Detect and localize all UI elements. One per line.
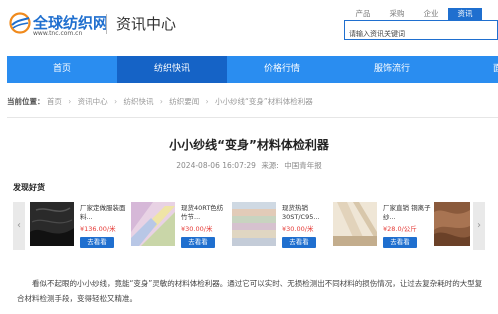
nav-item-fabrics[interactable]: 面料: [447, 56, 498, 83]
search-input[interactable]: [345, 25, 497, 43]
goods-card[interactable]: 现货热销30ST/C95... ¥30.00/米 去看看: [232, 202, 332, 252]
goods-heading: 发现好货: [13, 183, 45, 192]
product-image[interactable]: [434, 202, 470, 246]
breadcrumb-separator: ›: [114, 97, 118, 106]
breadcrumb-link-news-center[interactable]: 资讯中心: [78, 97, 108, 106]
goods-price-value: ¥30.00: [181, 225, 204, 233]
search-tab-companies[interactable]: 企业: [414, 8, 448, 20]
breadcrumb-link-headlines[interactable]: 纺织要闻: [169, 97, 199, 106]
search-tab-purchase[interactable]: 采购: [380, 8, 414, 20]
goods-price-value: ¥28.0: [383, 225, 402, 233]
article-meta: 2024-08-06 16:07:29 来源: 中国青年报: [0, 160, 498, 171]
goods-name[interactable]: 厂家直销 铜离子纱...: [383, 204, 431, 222]
goods-card[interactable]: 现货40RT色纺竹节... ¥30.00/米 去看看: [131, 202, 231, 252]
breadcrumb: 当前位置： 首页 › 资讯中心 › 纺织快讯 › 纺织要闻 › 小小纱线“变身”…: [7, 96, 313, 107]
section-title: 资讯中心: [116, 15, 177, 33]
goods-price-unit: /米: [106, 225, 116, 233]
view-goods-button[interactable]: 去看看: [181, 237, 215, 248]
product-image[interactable]: [333, 202, 377, 246]
view-goods-button[interactable]: 去看看: [383, 237, 417, 248]
main-nav: 首页 纺织快讯 价格行情 服饰流行 面料: [7, 56, 498, 83]
nav-item-prices[interactable]: 价格行情: [227, 56, 337, 83]
site-header: 全球纺织网 www.tnc.com.cn 资讯中心 产品 采购 企业 资讯: [0, 0, 498, 56]
goods-name[interactable]: 现货热销30ST/C95...: [282, 204, 330, 222]
chevron-right-icon[interactable]: ›: [473, 202, 485, 250]
goods-name[interactable]: 厂家定做服装面料...: [80, 204, 128, 222]
article-body: 看似不起眼的小小纱线，竟能“变身”灵敏的材料体检利器。通过它可以实时、无损检测出…: [17, 279, 483, 303]
search-tab-products[interactable]: 产品: [346, 8, 380, 20]
goods-price: ¥136.00/米: [80, 223, 116, 233]
globe-logo-icon[interactable]: [9, 12, 31, 34]
nav-item-textile-news[interactable]: 纺织快讯: [117, 56, 227, 83]
chevron-left-icon[interactable]: ‹: [13, 202, 25, 250]
goods-name[interactable]: 现货40RT色纺竹节...: [181, 204, 229, 222]
search-category-tabs: 产品 采购 企业 资讯: [346, 8, 482, 20]
breadcrumb-separator: ›: [68, 97, 72, 106]
breadcrumb-separator: ›: [205, 97, 209, 106]
goods-card[interactable]: 厂家定做服装面料... ¥136.00/米 去看看: [30, 202, 130, 252]
goods-price-unit: /米: [304, 225, 314, 233]
goods-carousel: 厂家定做服装面料... ¥136.00/米 去看看 现货40RT色纺竹节... …: [30, 202, 470, 252]
breadcrumb-link-textile-news[interactable]: 纺织快讯: [123, 97, 153, 106]
search-box: [344, 20, 498, 43]
article-source: 中国青年报: [284, 161, 322, 170]
goods-price-unit: /公斤: [401, 225, 417, 233]
nav-item-home[interactable]: 首页: [7, 56, 117, 83]
breadcrumb-separator: ›: [159, 97, 163, 106]
goods-card[interactable]: 厂家直销 铜离子纱... ¥28.0/公斤 去看看: [333, 202, 433, 252]
article-title: 小小纱线“变身”材料体检利器: [169, 138, 329, 152]
product-image[interactable]: [30, 202, 74, 246]
goods-price: ¥28.0/公斤: [383, 223, 417, 233]
goods-price-value: ¥136.00: [80, 225, 107, 233]
product-image[interactable]: [232, 202, 276, 246]
breadcrumb-link-home[interactable]: 首页: [47, 97, 62, 106]
search-tab-news[interactable]: 资讯: [448, 8, 482, 20]
breadcrumb-divider: [7, 117, 498, 118]
breadcrumb-current: 小小纱线“变身”材料体检利器: [215, 97, 313, 106]
nav-item-fashion[interactable]: 服饰流行: [337, 56, 447, 83]
header-divider: [106, 14, 107, 34]
view-goods-button[interactable]: 去看看: [282, 237, 316, 248]
logo-url: www.tnc.com.cn: [33, 30, 83, 37]
breadcrumb-lead: 当前位置：: [7, 97, 45, 106]
goods-price-unit: /米: [203, 225, 213, 233]
goods-price: ¥30.00/米: [282, 223, 313, 233]
goods-price-value: ¥30.00: [282, 225, 305, 233]
article-source-label: 来源:: [261, 161, 279, 170]
article-date: 2024-08-06 16:07:29: [176, 161, 256, 170]
product-image[interactable]: [131, 202, 175, 246]
view-goods-button[interactable]: 去看看: [80, 237, 114, 248]
goods-price: ¥30.00/米: [181, 223, 212, 233]
